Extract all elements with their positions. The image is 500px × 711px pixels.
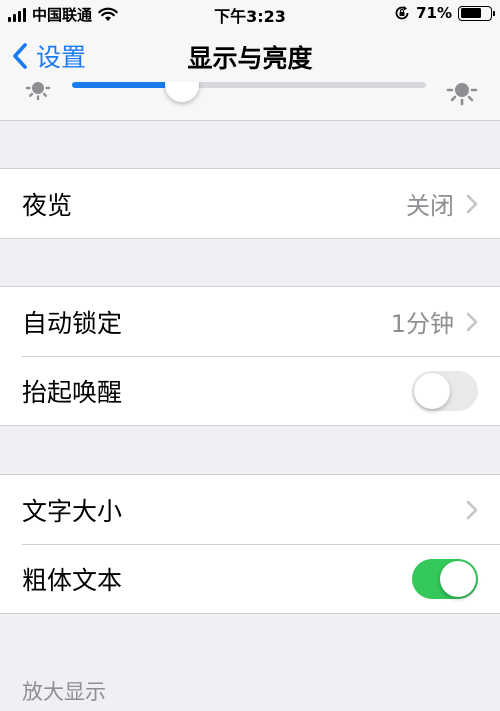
battery-icon xyxy=(458,5,495,21)
toggle-knob xyxy=(414,372,450,409)
brightness-row xyxy=(0,82,500,121)
raise-to-wake-toggle[interactable] xyxy=(412,370,478,411)
battery-fill xyxy=(460,8,482,18)
text-size-row[interactable]: 文字大小 xyxy=(0,475,500,544)
raise-to-wake-label: 抬起唤醒 xyxy=(22,377,123,407)
status-bar: 中国联通 下午3:23 71% xyxy=(0,0,500,28)
battery-percent: 71% xyxy=(416,4,452,22)
text-size-label: 文字大小 xyxy=(22,496,123,526)
chevron-right-icon xyxy=(466,500,478,519)
bold-text-label: 粗体文本 xyxy=(22,565,123,595)
chevron-right-icon xyxy=(466,312,478,331)
brightness-high-icon xyxy=(446,83,478,106)
night-shift-value: 关闭 xyxy=(406,192,454,220)
chevron-right-icon xyxy=(466,194,478,213)
auto-lock-label: 自动锁定 xyxy=(22,308,123,338)
night-shift-group: 夜览 关闭 xyxy=(0,168,500,239)
bold-text-toggle[interactable] xyxy=(412,558,478,599)
auto-lock-row[interactable]: 自动锁定 1分钟 xyxy=(0,287,500,356)
display-zoom-header: 放大显示 xyxy=(22,680,106,704)
page-title: 显示与亮度 xyxy=(187,44,313,73)
orientation-lock-icon xyxy=(395,6,409,20)
toggle-knob xyxy=(440,560,476,597)
status-right: 71% xyxy=(394,4,495,22)
bold-text-row: 粗体文本 xyxy=(0,544,500,613)
raise-to-wake-row: 抬起唤醒 xyxy=(0,356,500,425)
auto-lock-value: 1分钟 xyxy=(390,310,454,338)
night-shift-label: 夜览 xyxy=(22,190,73,220)
navigation-bar: 设置 显示与亮度 xyxy=(0,28,500,82)
brightness-low-icon xyxy=(25,82,51,101)
brightness-slider[interactable] xyxy=(72,82,426,102)
text-group: 文字大小 粗体文本 xyxy=(0,474,500,614)
brightness-slider-thumb[interactable] xyxy=(164,82,199,102)
lock-group: 自动锁定 1分钟 抬起唤醒 xyxy=(0,286,500,426)
night-shift-row[interactable]: 夜览 关闭 xyxy=(0,169,500,238)
